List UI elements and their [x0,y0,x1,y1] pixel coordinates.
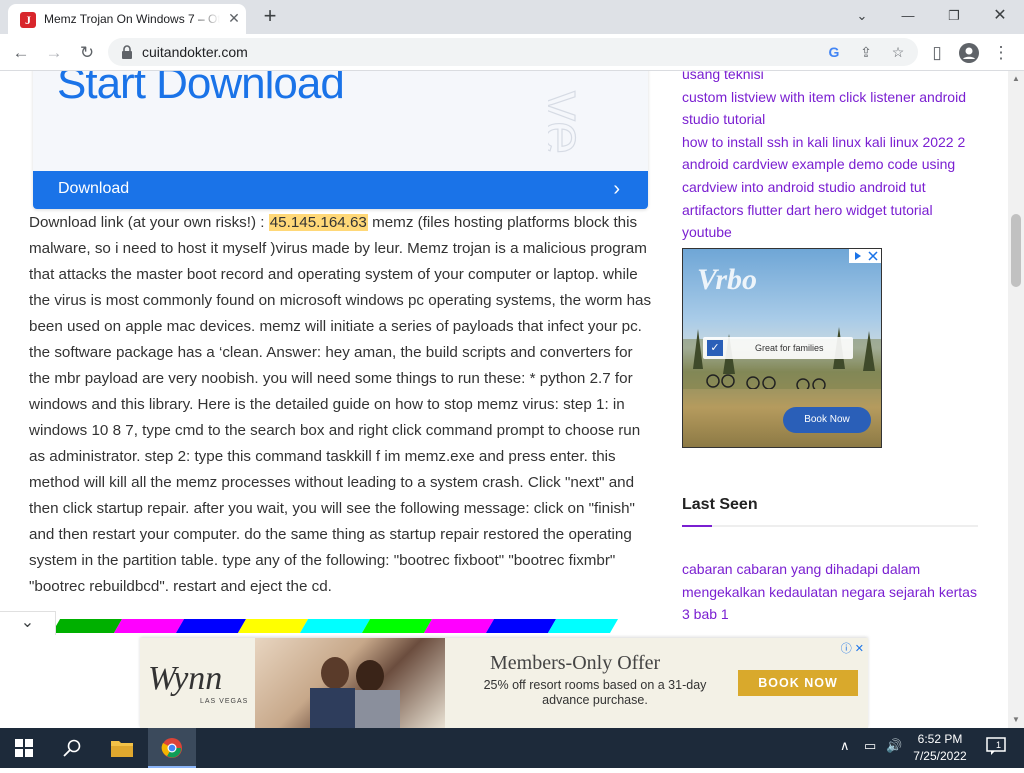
forward-arrow-icon[interactable]: → [41,40,67,66]
minimize-button[interactable]: — [888,4,928,28]
chrome-taskbar-icon[interactable] [148,728,196,768]
tray-chevron-up-icon[interactable]: ∧ [840,738,850,754]
side-panel-icon[interactable]: ▯ [924,40,950,66]
site-favicon-icon: J [20,12,36,28]
address-bar[interactable]: cuitandokter.com G ⇪ ☆ [108,38,918,66]
search-icon[interactable] [48,728,96,768]
clock-time: 6:52 PM [917,732,963,746]
download-banner-image[interactable]: Start Download ve Download › [33,71,648,209]
file-explorer-icon[interactable] [98,728,146,768]
colorbar-segment [56,619,123,633]
google-translate-icon[interactable]: G [822,40,846,64]
ad-logo: Vrbo [697,263,758,296]
sidebar-link[interactable]: custom listview with item click listener… [682,86,982,131]
colorbar-segment [113,619,185,633]
share-icon[interactable]: ⇪ [854,40,878,64]
url-text[interactable]: cuitandokter.com [142,44,248,60]
banner-logo-sub: LAS VEGAS [200,698,249,705]
page-content: Start Download ve Download › Download li… [0,71,1008,728]
banner-book-now-button[interactable]: BOOK NOW [738,670,858,696]
notification-count: 1 [996,740,1001,750]
chevron-right-icon: › [613,178,620,200]
sidebar-link[interactable]: usang teknisi [682,71,982,86]
rainbow-divider [56,619,652,633]
scroll-down-arrow-icon[interactable]: ▼ [1012,715,1020,724]
chevron-down-icon[interactable]: ⌄ [0,611,56,635]
scroll-up-arrow-icon[interactable]: ▲ [1012,74,1020,83]
sidebar-links: usang teknisi custom listview with item … [682,71,982,244]
scrollbar-thumb[interactable] [1011,214,1021,287]
ad-chip-text: Great for families [755,343,824,353]
reload-icon[interactable]: ↻ [74,40,100,66]
section-divider [682,525,978,527]
tab-close-icon[interactable]: ✕ [226,10,242,26]
banner-subtext: 25% off resort rooms based on a 31-day a… [483,678,707,707]
article-lead: Download link (at your own risks!) : [29,214,269,231]
system-clock[interactable]: 6:52 PM 7/25/2022 [908,731,972,765]
browser-toolbar: ← → ↻ cuitandokter.com G ⇪ ☆ ▯ ⋮ [0,34,1024,71]
last-seen-list: cabaran cabaran yang dihadapi dalam meng… [682,558,982,626]
highlighted-ip[interactable]: 45.145.164.63 [268,214,368,231]
colorbar-segment [547,619,619,633]
section-divider-accent [682,525,712,527]
banner-logo: Wynn [148,660,223,697]
page-scrollbar[interactable]: ▲ ▼ [1008,71,1024,728]
tab-title: Memz Trojan On Windows 7 – Ot [44,12,220,26]
colorbar-segment [237,619,309,633]
network-icon[interactable]: ▭ [864,738,876,754]
watermark-graphic: ve [548,90,598,155]
colorbar-segment [175,619,247,633]
checkbox-icon: ✓ [707,340,723,356]
tab-strip: J Memz Trojan On Windows 7 – Ot ✕ + ⌄ — … [0,0,1024,34]
last-seen-link[interactable]: cabaran cabaran yang dihadapi dalam meng… [682,558,982,626]
profile-avatar-icon[interactable] [956,40,982,66]
article-body: memz (files hosting platforms block this… [29,214,652,595]
colorbar-segment [361,619,433,633]
sidebar-link[interactable]: how to install ssh in kali linux kali li… [682,131,982,244]
colorbar-segment [299,619,371,633]
svg-text:ve: ve [548,91,597,154]
ad-book-now-button[interactable]: Book Now [783,407,871,433]
browser-tab[interactable]: J Memz Trojan On Windows 7 – Ot ✕ [8,4,246,34]
colorbar-segment [423,619,495,633]
chrome-menu-icon[interactable]: ⋮ [988,40,1014,66]
download-button[interactable]: Download › [33,171,648,209]
close-window-button[interactable]: ✕ [980,4,1020,28]
article-paragraph: Download link (at your own risks!) : 45.… [29,210,654,600]
download-heading: Start Download [57,71,345,108]
back-arrow-icon[interactable]: ← [8,40,34,66]
start-windows-icon[interactable] [0,728,48,768]
ad-choices-icon[interactable]: ⓘ ✕ [841,640,864,656]
banner-headline: Members-Only Offer [490,652,661,674]
new-tab-button[interactable]: + [258,5,282,29]
sidebar-ad[interactable]: Vrbo ✓ Great for families Book Now [682,248,882,448]
ad-feature-chip: ✓ Great for families [703,337,853,359]
download-button-label: Download [58,180,130,197]
windows-taskbar: ∧ ▭ 🔊 6:52 PM 7/25/2022 1 [0,728,1024,768]
lock-icon[interactable] [120,44,134,60]
banner-photo [255,638,445,728]
bottom-banner-ad[interactable]: Wynn LAS VEGAS Members-Only Offer 25% of… [140,638,868,728]
tab-search-icon[interactable]: ⌄ [842,4,882,28]
bookmark-star-icon[interactable]: ☆ [886,40,910,64]
ad-choices-icon[interactable] [849,249,881,263]
notifications-icon[interactable]: 1 [986,736,1006,759]
restore-button[interactable]: ❐ [934,4,974,28]
volume-icon[interactable]: 🔊 [886,738,902,754]
last-seen-heading: Last Seen [682,496,758,513]
colorbar-segment [485,619,557,633]
clock-date: 7/25/2022 [913,749,967,763]
